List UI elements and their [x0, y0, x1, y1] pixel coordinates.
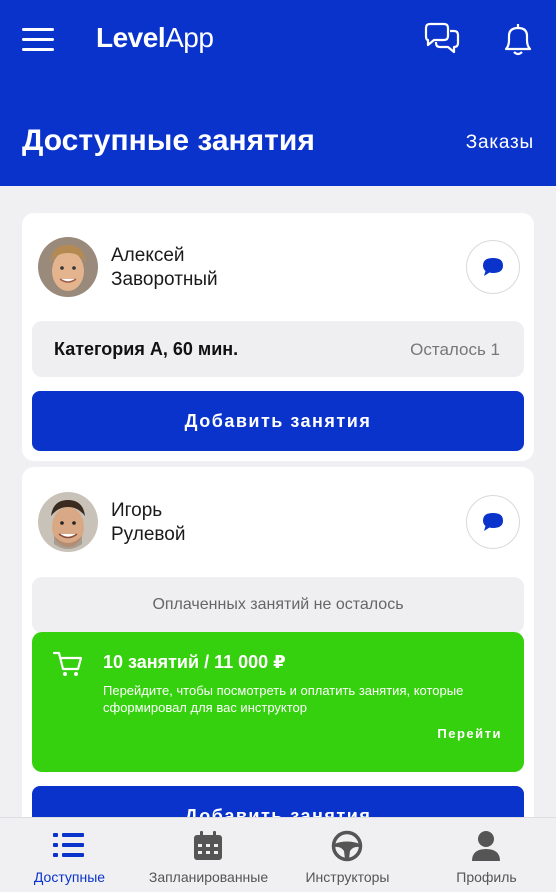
- chat-icon[interactable]: [422, 22, 462, 58]
- app-logo: LevelApp: [96, 22, 214, 53]
- lesson-category: Категория А, 60 мин.: [54, 339, 239, 359]
- bottom-tab-bar: Доступные Запланированные Инструкторы Пр…: [0, 817, 556, 892]
- tab-label: Доступные: [33, 869, 106, 885]
- message-icon: [483, 258, 503, 276]
- steering-wheel-icon: [331, 830, 363, 862]
- tab-available[interactable]: Доступные: [0, 818, 139, 892]
- app-header: LevelApp Доступные занятия Заказы: [0, 0, 556, 186]
- tab-instructors[interactable]: Инструкторы: [278, 818, 417, 892]
- message-button[interactable]: [466, 240, 520, 294]
- add-lessons-button[interactable]: Добавить занятия: [32, 391, 524, 451]
- tab-label: Инструкторы: [305, 869, 390, 885]
- offer-title: 10 занятий / 11 000 ₽: [103, 652, 286, 672]
- lesson-category-row: Категория А, 60 мин. Осталось 1: [32, 321, 524, 377]
- list-icon: [53, 833, 84, 857]
- avatar: [38, 492, 98, 552]
- instructor-name: Алексей Заворотный: [111, 245, 218, 290]
- cart-icon: [52, 650, 84, 678]
- offer-description: Перейдите, чтобы посмотреть и оплатить з…: [103, 683, 464, 715]
- payment-offer-card[interactable]: 10 занятий / 11 000 ₽ Перейдите, чтобы п…: [32, 632, 524, 772]
- tab-label: Запланированные: [148, 869, 269, 885]
- no-lessons-notice: Оплаченных занятий не осталось: [32, 577, 524, 633]
- page-title: Доступные занятия: [22, 124, 315, 157]
- tab-label: Профиль: [456, 869, 517, 885]
- bell-icon[interactable]: [498, 22, 538, 58]
- tab-profile[interactable]: Профиль: [417, 818, 556, 892]
- instructor-name: Игорь Рулевой: [111, 500, 186, 545]
- person-icon: [472, 831, 500, 861]
- menu-icon[interactable]: [22, 28, 54, 52]
- offer-link[interactable]: Перейти: [437, 726, 502, 741]
- calendar-icon: [194, 831, 222, 860]
- orders-link[interactable]: Заказы: [466, 132, 534, 154]
- tab-planned[interactable]: Запланированные: [139, 818, 278, 892]
- avatar: [38, 237, 98, 297]
- instructor-card: Алексей Заворотный Категория А, 60 мин. …: [22, 213, 534, 461]
- message-button[interactable]: [466, 495, 520, 549]
- lessons-remaining: Осталось 1: [410, 340, 500, 359]
- message-icon: [483, 513, 503, 531]
